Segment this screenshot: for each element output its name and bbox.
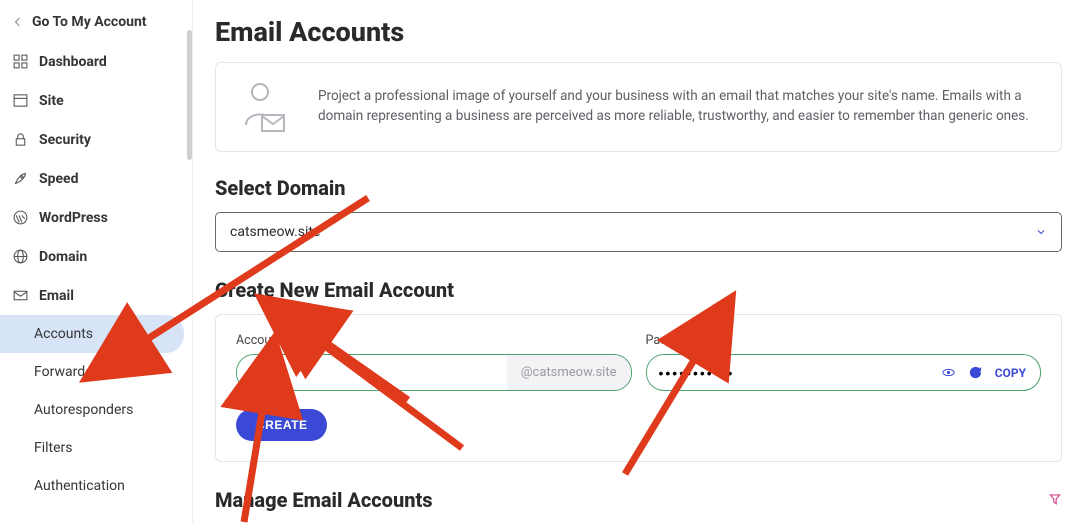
sidebar-sub-forwarders[interactable]: Forwarders	[0, 353, 184, 391]
sidebar-item-label: Dashboard	[39, 54, 107, 70]
sidebar-item-label: Site	[39, 93, 64, 109]
account-name-label: Account Name	[236, 333, 632, 348]
filter-icon[interactable]	[1048, 491, 1062, 510]
sidebar-item-label: WordPress	[39, 210, 108, 226]
rocket-icon	[12, 170, 29, 187]
sidebar-item-dashboard[interactable]: Dashboard	[0, 42, 192, 81]
password-input-wrap: COPY	[646, 354, 1042, 391]
create-account-card: Account Name @catsmeow.site Password i	[215, 314, 1062, 462]
chevron-down-icon	[1035, 226, 1047, 238]
sidebar: Go To My Account Dashboard Site Security…	[0, 0, 193, 523]
password-label-text: Password	[646, 333, 701, 348]
sidebar-scrollbar[interactable]	[187, 0, 192, 523]
mail-icon	[12, 287, 29, 304]
dashboard-icon	[12, 53, 29, 70]
wordpress-icon	[12, 209, 29, 226]
lock-icon	[12, 131, 29, 148]
sidebar-item-label: Speed	[39, 171, 79, 187]
go-back-label: Go To My Account	[32, 14, 147, 30]
sidebar-item-domain[interactable]: Domain	[0, 237, 192, 276]
sidebar-item-security[interactable]: Security	[0, 120, 192, 159]
sidebar-sub-autoresponders[interactable]: Autoresponders	[0, 391, 184, 429]
sidebar-item-site[interactable]: Site	[0, 81, 192, 120]
person-mail-icon	[240, 79, 288, 135]
sidebar-sub-filters[interactable]: Filters	[0, 429, 184, 467]
account-domain-suffix: @catsmeow.site	[507, 355, 631, 390]
refresh-icon[interactable]	[968, 365, 983, 380]
copy-button[interactable]: COPY	[995, 366, 1026, 380]
page-title: Email Accounts	[215, 16, 1062, 48]
arrow-left-icon	[12, 16, 24, 28]
sidebar-sub-accounts[interactable]: Accounts	[0, 315, 184, 353]
main-content: Email Accounts Project a professional im…	[193, 0, 1080, 523]
sidebar-item-label: Forwarders	[34, 364, 104, 380]
intro-text: Project a professional image of yourself…	[318, 87, 1037, 126]
domain-value: catsmeow.site	[230, 224, 320, 240]
manage-accounts-title: Manage Email Accounts	[215, 488, 433, 512]
password-input[interactable]	[647, 357, 929, 389]
sidebar-item-label: Security	[39, 132, 91, 148]
sidebar-item-label: Accounts	[34, 326, 93, 342]
sidebar-item-email[interactable]: Email	[0, 276, 192, 315]
create-button[interactable]: CREATE	[236, 409, 327, 441]
sidebar-item-label: Email	[39, 288, 74, 304]
sidebar-item-wordpress[interactable]: WordPress	[0, 198, 192, 237]
sidebar-sub-authentication[interactable]: Authentication	[0, 467, 184, 505]
account-name-input-wrap: @catsmeow.site	[236, 354, 632, 391]
eye-icon[interactable]	[941, 365, 956, 380]
sidebar-item-label: Autoresponders	[34, 402, 133, 418]
sidebar-item-speed[interactable]: Speed	[0, 159, 192, 198]
domain-select[interactable]: catsmeow.site	[215, 212, 1062, 252]
globe-icon	[12, 248, 29, 265]
sidebar-item-label: Filters	[34, 440, 73, 456]
create-account-title: Create New Email Account	[215, 278, 1062, 302]
go-to-my-account[interactable]: Go To My Account	[0, 12, 192, 42]
select-domain-title: Select Domain	[215, 176, 1062, 200]
info-icon[interactable]: i	[705, 335, 717, 347]
account-name-input[interactable]	[237, 357, 507, 389]
site-icon	[12, 92, 29, 109]
sidebar-scroll-thumb[interactable]	[187, 30, 192, 160]
intro-card: Project a professional image of yourself…	[215, 62, 1062, 152]
sidebar-item-label: Domain	[39, 249, 87, 265]
password-label: Password i	[646, 333, 1042, 348]
sidebar-item-label: Authentication	[34, 478, 125, 494]
